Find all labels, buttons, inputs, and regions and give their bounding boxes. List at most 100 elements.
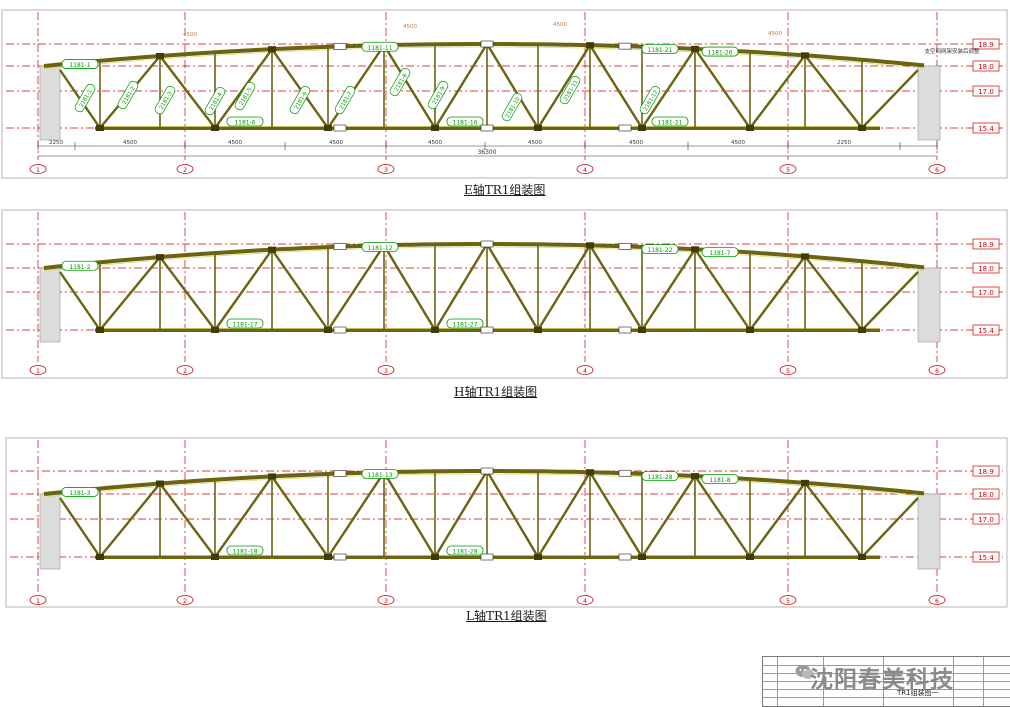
dimension-value: 4500 — [528, 140, 542, 146]
diagonal-web-member — [485, 470, 540, 558]
gusset-plate — [211, 554, 219, 560]
web-tag: 2181-10 — [501, 92, 523, 122]
end-diagonal — [59, 271, 101, 331]
drawing-frame — [5, 437, 1008, 608]
gusset-plate — [638, 554, 646, 560]
truss-drawing-1: 18.9 18.0 17.0 15.4 1 2 3 4 5 6 1181-2 1181-12 1181-… — [1, 209, 1008, 379]
elevation-label: 17.0 — [978, 88, 994, 96]
gusset-plate — [534, 327, 542, 333]
left-support-column — [39, 65, 61, 141]
left-support-column — [39, 493, 61, 570]
member-tag-label: 1181-17 — [232, 322, 257, 329]
member-tag-label: 1181-28 — [647, 474, 672, 481]
gusset-plate — [858, 554, 866, 560]
diagonal-web-member — [694, 48, 751, 129]
gusset-plate — [211, 327, 219, 333]
member-tag-label: 1181-21 — [657, 120, 682, 127]
splice-plate — [480, 553, 494, 561]
drawing-caption-e-axis: E轴TR1组装图 — [464, 183, 546, 197]
axis-label: 6 — [935, 368, 939, 375]
diagonal-web-member — [214, 475, 273, 558]
gusset-plate — [691, 45, 699, 52]
diagonal-web-member — [588, 244, 644, 331]
member-tag-label: 1181-13 — [367, 472, 392, 479]
gusset-plate — [534, 125, 542, 131]
splice-plate — [333, 124, 347, 132]
diagonal-web-member — [99, 482, 161, 558]
axis-label: 2 — [183, 368, 187, 375]
axis-label: 3 — [384, 167, 388, 174]
dimension-value: 4500 — [731, 140, 745, 146]
gusset-plate — [156, 52, 164, 59]
member-tag-label: 1181-18 — [232, 549, 257, 556]
axis-label: 3 — [384, 368, 388, 375]
gusset-plate — [211, 125, 219, 131]
splice-plate — [480, 240, 494, 248]
end-diagonal — [861, 271, 919, 331]
axis-label: 5 — [786, 167, 790, 174]
web-tag: 2181-3 — [154, 85, 176, 115]
truss-drawing-0: 18.9 18.0 17.0 15.4 1 2 3 4 5 6 1181-1 1181-11 1181-… — [1, 9, 1008, 179]
gusset-plate — [638, 125, 646, 131]
drawing-caption-h-axis: H轴TR1组装图 — [454, 385, 538, 399]
diagonal-web-member — [588, 471, 644, 558]
dimension-value: 4500 — [629, 140, 643, 146]
axis-label: 4 — [583, 368, 587, 375]
splice-plate — [333, 470, 347, 477]
gusset-plate — [586, 42, 594, 49]
dimension-value: 2250 — [837, 140, 851, 146]
gusset-plate — [156, 480, 164, 487]
member-tag-label: 1181-7 — [709, 250, 730, 257]
gusset-plate — [801, 52, 809, 59]
gusset-plate — [268, 46, 276, 53]
dimension-value: 4500 — [228, 140, 242, 146]
splice-plate — [618, 42, 632, 50]
elevation-label: 18.0 — [978, 265, 994, 273]
diagonal-web-member — [588, 44, 644, 129]
diagonal-web-member — [214, 248, 273, 331]
splice-plate — [480, 124, 494, 132]
end-diagonal — [861, 497, 919, 558]
gusset-plate — [431, 125, 439, 131]
dimension-value: 4500 — [428, 140, 442, 146]
axis-label: 6 — [935, 167, 939, 174]
gusset-plate — [268, 473, 276, 480]
diagonal-web-member — [641, 48, 696, 129]
member-tag-label: 1181-22 — [647, 247, 672, 254]
axis-label: 4 — [583, 598, 587, 605]
elevation-label: 15.4 — [978, 327, 994, 335]
gusset-plate — [431, 327, 439, 333]
diagonal-web-member — [640, 475, 697, 558]
elevation-label: 15.4 — [978, 554, 994, 562]
gusset-plate — [801, 253, 809, 260]
dimension-value: 4500 — [329, 140, 343, 146]
member-tag-label: 1181-16 — [452, 120, 477, 127]
elevation-label: 17.0 — [978, 289, 994, 297]
splice-plate — [618, 124, 632, 132]
axis-label: 4 — [583, 167, 587, 174]
diagonal-web-member — [326, 244, 386, 331]
dimension-value: 4500 — [123, 140, 137, 146]
diagonal-web-member — [640, 248, 697, 331]
splice-plate — [480, 326, 494, 334]
elevation-label: 18.9 — [978, 241, 994, 249]
web-tag: 2181-9 — [427, 80, 449, 110]
axis-label: 5 — [786, 368, 790, 375]
diagonal-web-member — [382, 244, 437, 331]
axis-label: 6 — [935, 598, 939, 605]
splice-plate — [333, 243, 347, 250]
diagonal-web-member — [804, 255, 863, 331]
gusset-plate — [156, 254, 164, 261]
elevation-label: 18.9 — [978, 468, 994, 476]
diagonal-web-member — [433, 470, 489, 558]
diagonal-web-member — [382, 44, 437, 129]
right-support-column — [917, 267, 941, 343]
gusset-plate — [324, 554, 332, 560]
gusset-plate — [268, 246, 276, 253]
axis-label: 2 — [183, 598, 187, 605]
gusset-plate — [586, 242, 594, 249]
member-tag-label: 1181-2 — [69, 264, 90, 271]
member-tag-label: 1181-11 — [367, 45, 392, 52]
splice-plate — [618, 469, 632, 477]
web-tag: 2181-2 — [117, 80, 139, 110]
